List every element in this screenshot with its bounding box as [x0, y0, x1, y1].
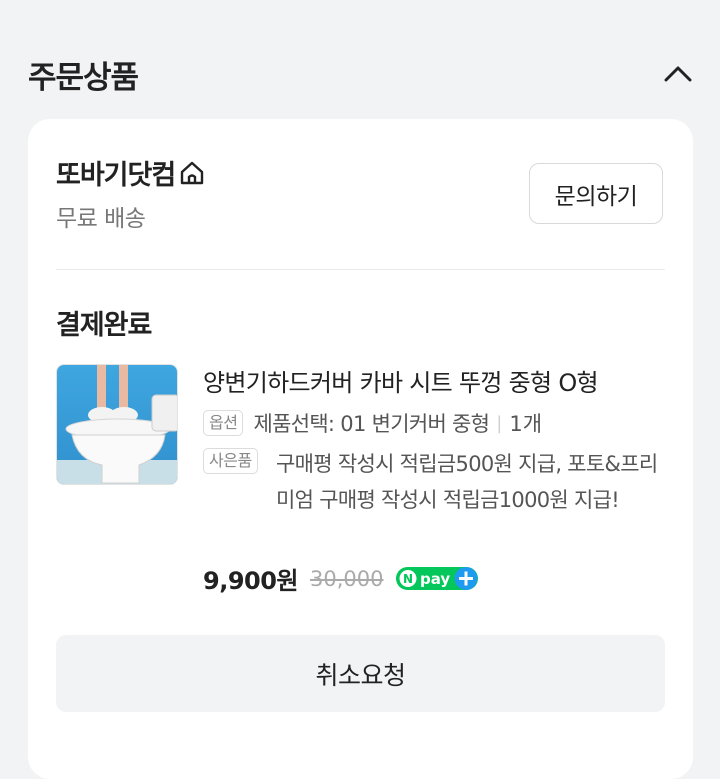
- shipping-info: 무료 배송: [56, 206, 146, 232]
- option-text: 제품선택: 01 변기커버 중형: [253, 412, 490, 436]
- home-icon[interactable]: [179, 159, 207, 187]
- cancel-request-button[interactable]: 취소요청: [56, 635, 665, 712]
- store-name[interactable]: 또바기닷컴: [56, 153, 176, 192]
- quantity: 1개: [509, 412, 543, 436]
- npay-plus-badge: N pay: [395, 566, 481, 592]
- product-thumbnail[interactable]: [56, 364, 178, 485]
- price-row: 9,900원 30,000 N pay: [203, 561, 481, 596]
- order-card: 또바기닷컴 무료 배송 문의하기 결제완료 양변기하드커버 카바 시트 뚜껑 중…: [28, 119, 693, 779]
- section-title: 주문상품: [28, 59, 139, 96]
- price: 9,900원: [203, 567, 299, 595]
- option-row: 옵션 제품선택: 01 변기커버 중형 | 1개: [203, 408, 542, 438]
- chevron-up-icon: [664, 66, 692, 82]
- svg-text:N: N: [403, 572, 413, 586]
- order-status: 결제완료: [56, 310, 152, 341]
- gift-text: 구매평 작성시 적립금500원 지급, 포토&프리미엄 구매평 작성시 적립금1…: [276, 452, 658, 512]
- original-price: 30,000: [310, 566, 384, 591]
- svg-text:pay: pay: [420, 570, 450, 588]
- inquiry-button[interactable]: 문의하기: [529, 163, 663, 224]
- npay-plus-icon: N pay: [396, 566, 479, 590]
- collapse-button[interactable]: [662, 58, 694, 90]
- divider: [56, 269, 665, 270]
- order-items-header: 주문상품: [28, 52, 694, 96]
- store-name-row[interactable]: 또바기닷컴: [56, 153, 207, 192]
- gift-row: 사은품 구매평 작성시 적립금500원 지급, 포토&프리미엄 구매평 작성시 …: [203, 446, 663, 518]
- option-tag: 옵션: [203, 410, 244, 436]
- separator: |: [496, 412, 503, 434]
- product-name[interactable]: 양변기하드커버 카바 시트 뚜껑 중형 O형: [203, 363, 599, 398]
- gift-tag: 사은품: [203, 448, 258, 474]
